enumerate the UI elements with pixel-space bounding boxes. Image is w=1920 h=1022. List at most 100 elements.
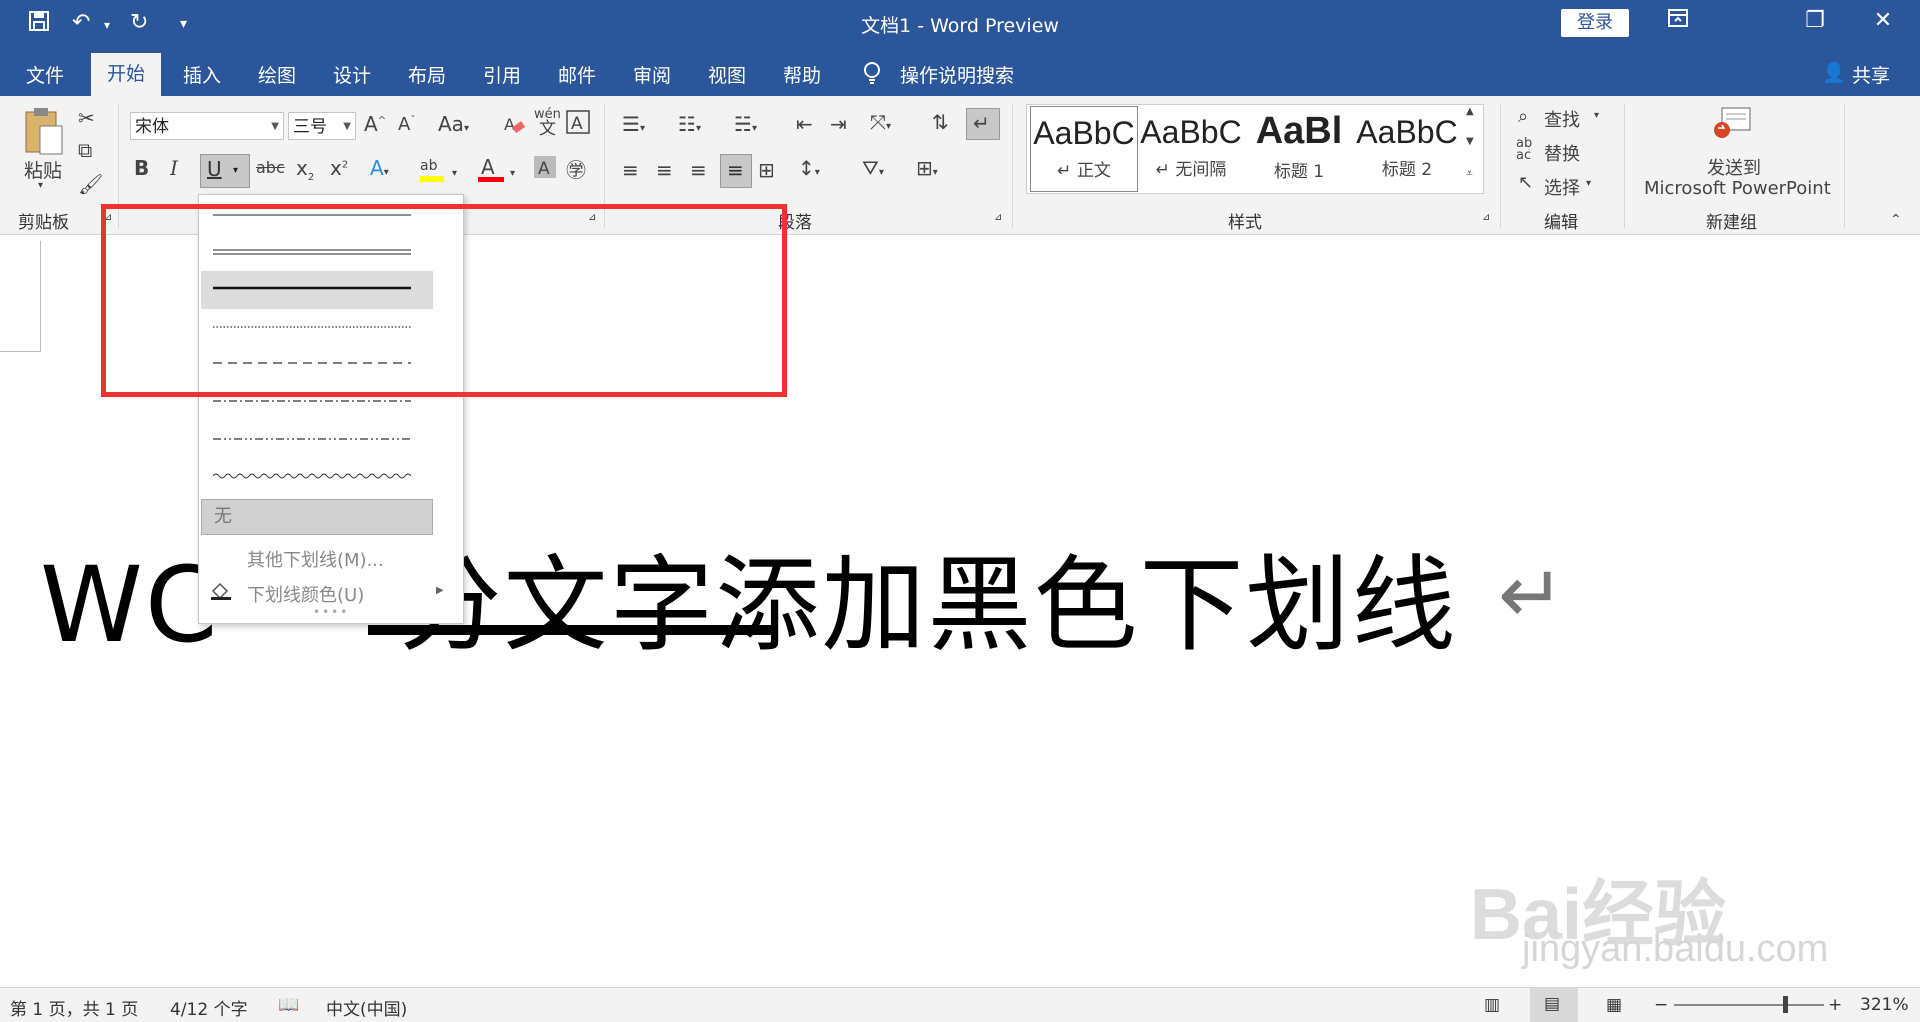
align-center-icon[interactable]: ≡ <box>656 158 673 182</box>
align-right-icon[interactable]: ≡ <box>690 158 707 182</box>
align-left-icon[interactable]: ≡ <box>622 158 639 182</box>
grow-font-icon[interactable]: A^ <box>364 112 386 136</box>
highlight-dropdown-icon[interactable]: ▾ <box>452 168 457 179</box>
bold-icon[interactable]: B <box>134 156 149 180</box>
select-dropdown-icon[interactable]: ▾ <box>1586 178 1591 189</box>
tab-references[interactable]: 引用 <box>483 61 521 88</box>
paste-dropdown-icon[interactable]: ▾ <box>38 180 43 191</box>
shrink-font-icon[interactable]: Aˇ <box>398 114 415 135</box>
tab-file[interactable]: 文件 <box>26 61 64 88</box>
font-name-combo[interactable]: 宋体 ▼ <box>130 112 284 140</box>
styles-scroll-down-icon[interactable]: ▼ <box>1466 136 1474 147</box>
phonetic-guide-icon[interactable]: wén 文 <box>534 108 561 138</box>
cut-icon[interactable]: ✂ <box>78 106 95 130</box>
more-underlines-item[interactable]: 其他下划线(M)... <box>247 546 384 572</box>
tab-insert[interactable]: 插入 <box>183 61 221 88</box>
underline-none-option[interactable]: 无 <box>201 499 433 535</box>
share-button[interactable]: 共享 <box>1852 61 1890 88</box>
print-layout-button[interactable]: ▤ <box>1530 988 1578 1022</box>
copy-icon[interactable]: ⧉ <box>78 138 92 162</box>
character-shading-icon[interactable]: A <box>534 156 556 183</box>
change-case-icon[interactable]: Aa▾ <box>438 112 469 136</box>
underline-wave[interactable] <box>213 471 411 481</box>
style-heading-2[interactable]: AaBbC 标题 2 <box>1354 106 1460 190</box>
tab-draw[interactable]: 绘图 <box>258 61 296 88</box>
strikethrough-icon[interactable]: abc <box>256 158 285 177</box>
text-effects-icon[interactable]: A▾ <box>370 156 389 180</box>
resize-grip-icon[interactable]: •••• <box>313 605 349 619</box>
bullets-icon[interactable]: ☰▾ <box>622 112 645 136</box>
styles-more-icon[interactable]: ⩡ <box>1466 166 1473 181</box>
find-dropdown-icon[interactable]: ▾ <box>1594 110 1599 121</box>
chinese-layout-icon[interactable]: ⤧▾ <box>870 110 891 134</box>
numbering-icon[interactable]: ☷▾ <box>678 112 701 136</box>
tab-view[interactable]: 视图 <box>708 61 746 88</box>
underline-button[interactable]: U ▾ <box>200 154 250 188</box>
tab-mailings[interactable]: 邮件 <box>558 61 596 88</box>
sort-icon[interactable]: ⇅ <box>932 110 949 134</box>
zoom-out-icon[interactable]: − <box>1654 995 1668 1015</box>
web-layout-icon[interactable]: ▦ <box>1606 995 1622 1015</box>
font-color-icon[interactable]: A <box>476 154 506 189</box>
tab-help[interactable]: 帮助 <box>783 61 821 88</box>
tab-design[interactable]: 设计 <box>333 61 371 88</box>
collapse-ribbon-icon[interactable]: ⌃ <box>1890 212 1902 228</box>
paragraph-launcher-icon[interactable]: ⊿ <box>994 212 1002 223</box>
decrease-indent-icon[interactable]: ⇤ <box>796 112 813 136</box>
style-heading-1[interactable]: AaBl 标题 1 <box>1246 106 1352 190</box>
underline-dropdown-icon[interactable]: ▾ <box>233 165 238 176</box>
superscript-icon[interactable]: x2 <box>330 156 348 180</box>
select-icon[interactable]: ↖ <box>1518 172 1533 193</box>
shading-icon[interactable]: ⛛▾ <box>862 156 884 180</box>
replace-icon[interactable]: ab ac <box>1516 137 1532 162</box>
justify-button[interactable]: ≡ <box>720 154 752 188</box>
zoom-level[interactable]: 321% <box>1860 995 1909 1015</box>
style-no-spacing[interactable]: AaBbC ↵ 无间隔 <box>1138 106 1244 190</box>
tell-me-search[interactable]: 操作说明搜索 <box>900 61 1014 88</box>
underline-color-item[interactable]: 下划线颜色(U) <box>247 581 364 607</box>
read-mode-icon[interactable]: ▥ <box>1484 995 1500 1015</box>
proofing-icon[interactable]: 📖 <box>278 995 299 1015</box>
font-color-dropdown-icon[interactable]: ▾ <box>510 168 515 179</box>
font-size-combo[interactable]: 三号 ▼ <box>288 112 356 140</box>
increase-indent-icon[interactable]: ⇥ <box>830 112 847 136</box>
format-painter-icon[interactable]: 🖌 <box>78 172 103 196</box>
ribbon-display-icon[interactable] <box>1658 8 1698 33</box>
chevron-down-icon[interactable]: ▼ <box>343 113 351 141</box>
underline-dash-dot-dot[interactable] <box>213 435 411 443</box>
close-icon[interactable]: ✕ <box>1863 8 1903 33</box>
chevron-down-icon[interactable]: ▼ <box>271 113 279 141</box>
distributed-icon[interactable]: ⊞ <box>758 158 775 182</box>
send-to-ppt-line2[interactable]: Microsoft PowerPoint <box>1644 178 1831 199</box>
word-count[interactable]: 4/12 个字 <box>170 995 248 1020</box>
underline-dash-dot[interactable] <box>213 397 411 405</box>
borders-icon[interactable]: ⊞▾ <box>916 156 938 180</box>
styles-launcher-icon[interactable]: ⊿ <box>1482 212 1490 223</box>
enclose-characters-icon[interactable]: ㊫ <box>566 154 586 183</box>
zoom-in-icon[interactable]: + <box>1828 995 1842 1015</box>
paste-button[interactable]: 粘贴 <box>24 156 62 183</box>
highlight-color-icon[interactable]: ab <box>418 154 448 189</box>
find-icon[interactable]: ⌕ <box>1518 106 1528 127</box>
zoom-slider-thumb[interactable] <box>1783 996 1788 1013</box>
show-marks-button[interactable]: ↵ <box>966 108 1000 140</box>
character-border-icon[interactable]: A <box>566 110 590 139</box>
tab-layout[interactable]: 布局 <box>408 61 446 88</box>
italic-icon[interactable]: I <box>170 156 178 180</box>
language-status[interactable]: 中文(中国) <box>326 995 407 1020</box>
powerpoint-icon[interactable] <box>1712 106 1752 147</box>
clear-formatting-icon[interactable]: A <box>502 112 526 141</box>
send-to-ppt-line1[interactable]: 发送到 <box>1707 154 1761 180</box>
tab-review[interactable]: 审阅 <box>633 61 671 88</box>
multilevel-list-icon[interactable]: ☵▾ <box>734 112 757 136</box>
styles-scroll-up-icon[interactable]: ▲ <box>1466 106 1474 117</box>
restore-icon[interactable]: ❐ <box>1795 8 1835 33</box>
line-spacing-icon[interactable]: ↕▾ <box>798 156 820 180</box>
replace-button[interactable]: 替换 <box>1544 140 1580 166</box>
subscript-icon[interactable]: x2 <box>296 156 314 183</box>
zoom-slider-track[interactable] <box>1674 1004 1824 1006</box>
find-button[interactable]: 查找 <box>1544 106 1580 132</box>
tab-home[interactable]: 开始 <box>91 53 161 96</box>
style-normal[interactable]: AaBbC ↵ 正文 <box>1030 106 1138 192</box>
page-count[interactable]: 第 1 页，共 1 页 <box>10 995 138 1020</box>
